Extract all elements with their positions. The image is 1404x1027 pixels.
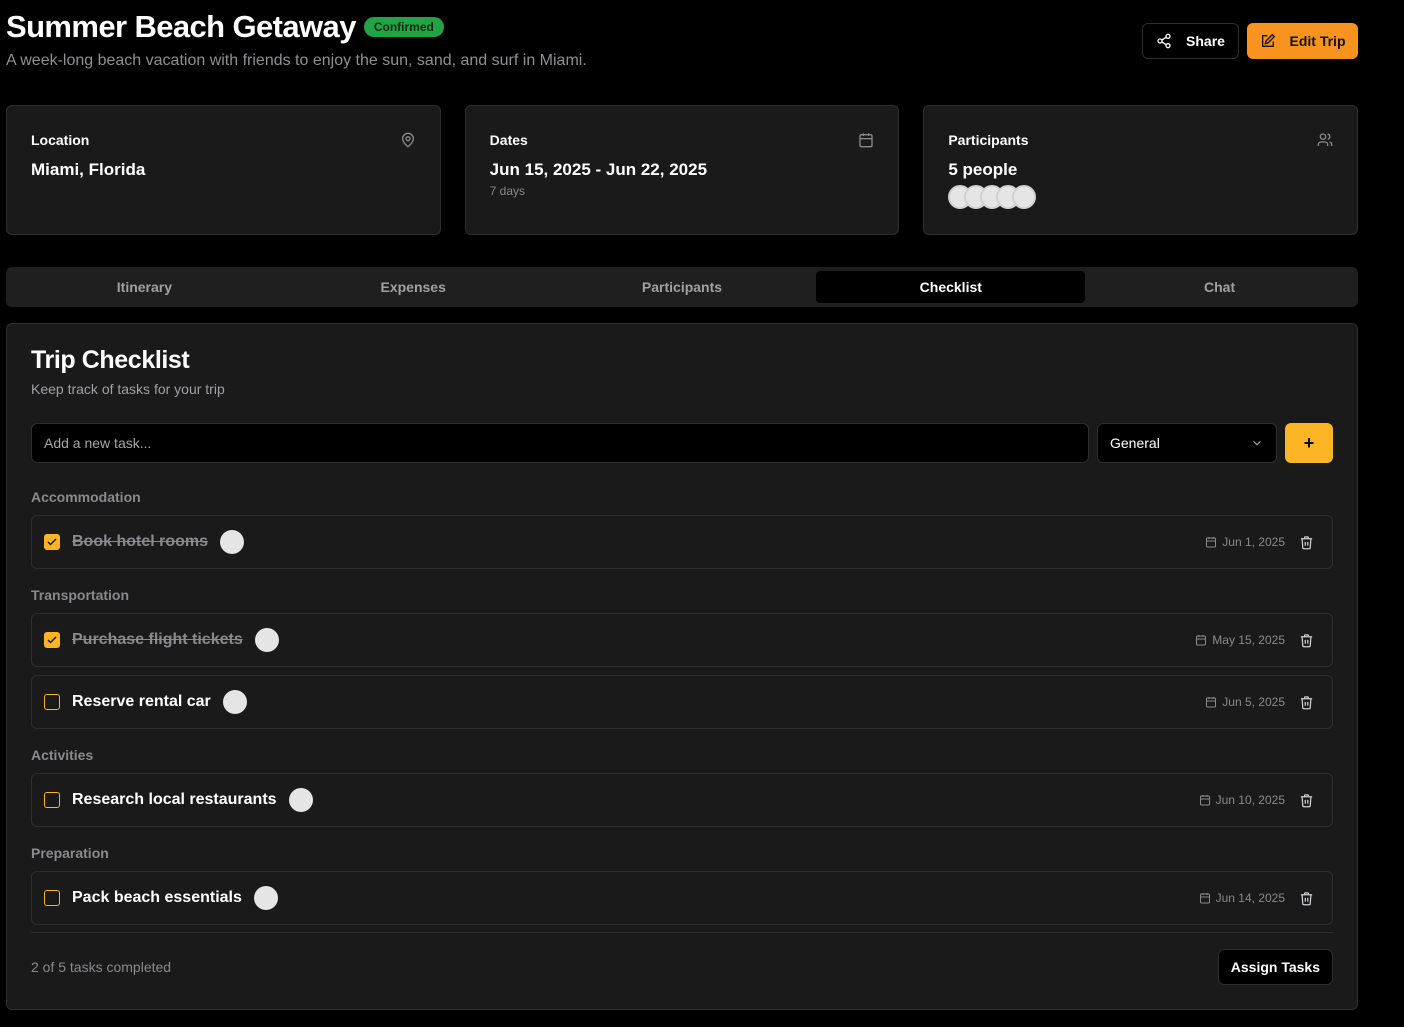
avatar[interactable] (288, 788, 313, 812)
trash-icon[interactable] (1299, 535, 1314, 550)
avatar[interactable] (222, 690, 247, 714)
task-due-date: Jun 5, 2025 (1205, 695, 1285, 709)
summary-cards: Location Miami, Florida Dates Jun 15, 20… (6, 105, 1359, 235)
task-name: Book hotel rooms (72, 533, 209, 550)
dates-label: Dates (489, 132, 528, 148)
calendar-icon (1206, 537, 1217, 548)
trash-icon[interactable] (1299, 891, 1314, 906)
group-label: Preparation (31, 845, 109, 861)
tab-itinerary[interactable]: Itinerary (10, 271, 279, 303)
add-task-row: General + (31, 423, 1333, 463)
calendar-icon (1199, 893, 1210, 904)
task-checkbox[interactable] (44, 534, 60, 550)
trash-icon[interactable] (1299, 793, 1314, 808)
location-label: Location (31, 132, 90, 148)
task-date-text: Jun 10, 2025 (1215, 793, 1285, 807)
task-date-text: Jun 1, 2025 (1222, 535, 1285, 549)
trash-icon[interactable] (1299, 695, 1314, 710)
dates-value: Jun 15, 2025 - Jun 22, 2025 (489, 160, 708, 179)
task-name: Research local restaurants (72, 791, 277, 808)
share-icon (1157, 33, 1171, 49)
task-checkbox[interactable] (44, 890, 60, 906)
calendar-icon (859, 133, 874, 148)
task-date-text: Jun 14, 2025 (1215, 891, 1285, 905)
page-title: Summer Beach Getaway (6, 9, 356, 44)
status-badge: Confirmed (363, 17, 444, 37)
participants-card: Participants 5 people (923, 105, 1359, 235)
task-date-text: Jun 5, 2025 (1222, 695, 1285, 709)
group-label: Transportation (31, 587, 130, 603)
trash-icon[interactable] (1299, 633, 1314, 648)
task-checkbox[interactable] (44, 694, 60, 710)
task-checkbox[interactable] (44, 792, 60, 808)
dates-card: Dates Jun 15, 2025 - Jun 22, 2025 7 days (464, 105, 900, 235)
task-name: Reserve rental car (72, 693, 211, 710)
group-label: Activities (31, 747, 94, 763)
avatar[interactable] (220, 530, 245, 554)
users-icon (1317, 133, 1333, 146)
add-task-button[interactable]: + (1285, 423, 1333, 463)
task-row: Research local restaurants Jun 10, 2025 (31, 773, 1333, 827)
participants-count: 5 people (948, 160, 1018, 179)
tab-expenses[interactable]: Expenses (279, 271, 548, 303)
trip-tabs: Itinerary Expenses Participants Checklis… (6, 267, 1358, 307)
category-select[interactable]: General (1097, 423, 1277, 463)
edit-icon (1261, 33, 1275, 47)
tab-chat[interactable]: Chat (1085, 271, 1354, 303)
task-groups: Accommodation Book hotel rooms Jun 1, 2025… (31, 489, 1333, 925)
tab-participants[interactable]: Participants (548, 271, 817, 303)
new-task-input[interactable] (31, 423, 1089, 463)
completion-summary: 2 of 5 tasks completed (31, 959, 172, 975)
task-checkbox[interactable] (44, 632, 60, 648)
tab-checklist[interactable]: Checklist (816, 271, 1086, 303)
chevron-down-icon (1253, 440, 1261, 446)
checklist-title: Trip Checklist (31, 346, 190, 374)
edit-trip-button[interactable]: Edit Trip (1247, 23, 1358, 59)
task-row: Reserve rental car Jun 5, 2025 (31, 675, 1333, 729)
share-button[interactable]: Share (1142, 23, 1239, 59)
checklist-description: Keep track of tasks for your trip (31, 381, 225, 397)
share-label: Share (1186, 33, 1225, 49)
edit-trip-label: Edit Trip (1289, 33, 1346, 49)
avatar[interactable] (1012, 185, 1037, 209)
avatar[interactable] (254, 628, 279, 652)
participant-avatars (948, 185, 1333, 209)
dates-duration: 7 days (489, 184, 526, 198)
task-date-text: May 15, 2025 (1212, 633, 1285, 647)
trip-header: Summer Beach Getaway Confirmed A week-lo… (6, 8, 1358, 78)
assign-tasks-button[interactable]: Assign Tasks (1217, 949, 1333, 985)
participants-label: Participants (948, 132, 1029, 148)
group-label: Accommodation (31, 489, 141, 505)
task-name: Purchase flight tickets (72, 631, 243, 648)
task-row: Book hotel rooms Jun 1, 2025 (31, 515, 1333, 569)
task-name: Pack beach essentials (72, 889, 242, 906)
task-due-date: Jun 10, 2025 (1199, 793, 1285, 807)
calendar-icon (1199, 795, 1210, 806)
calendar-icon (1196, 635, 1207, 646)
task-due-date: Jun 1, 2025 (1205, 535, 1285, 549)
avatar[interactable] (253, 886, 278, 910)
task-row: Pack beach essentials Jun 14, 2025 (31, 871, 1333, 925)
task-due-date: Jun 14, 2025 (1199, 891, 1285, 905)
category-select-value: General (1110, 435, 1160, 451)
calendar-icon (1206, 697, 1217, 708)
task-due-date: May 15, 2025 (1195, 633, 1285, 647)
task-row: Purchase flight tickets May 15, 2025 (31, 613, 1333, 667)
checklist-panel: Trip Checklist Keep track of tasks for y… (6, 323, 1358, 1010)
check-icon (47, 538, 57, 546)
map-pin-icon (401, 132, 414, 148)
checklist-footer: 2 of 5 tasks completed Assign Tasks (31, 932, 1333, 985)
location-card: Location Miami, Florida (6, 105, 441, 235)
location-value: Miami, Florida (31, 160, 146, 179)
check-icon (47, 636, 57, 644)
